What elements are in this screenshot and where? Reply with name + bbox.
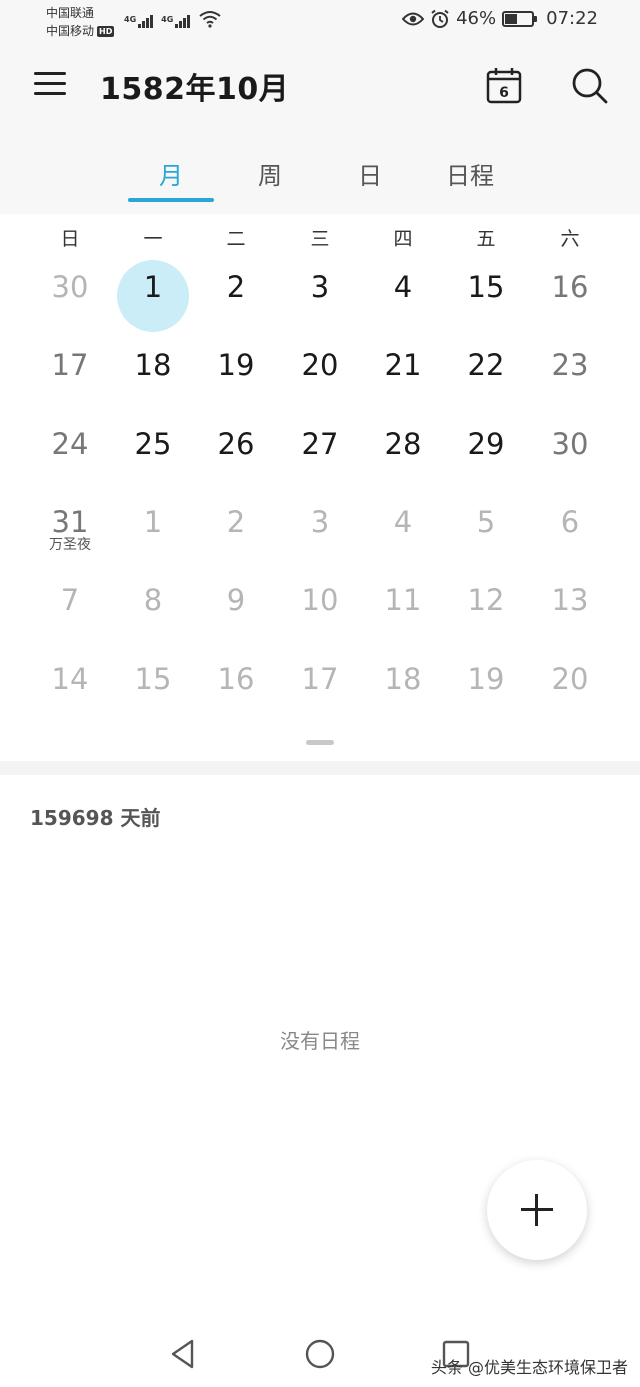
day-cell[interactable]: 29	[441, 371, 531, 461]
section-divider	[0, 761, 640, 775]
day-cell[interactable]: 31 万圣夜	[25, 449, 115, 553]
day-cell[interactable]: 17	[275, 606, 365, 696]
day-number: 20	[551, 661, 589, 696]
day-cell[interactable]: 2	[191, 214, 281, 304]
day-cell[interactable]: 25	[108, 371, 198, 461]
day-cell[interactable]: 19	[441, 606, 531, 696]
carrier-2: 中国移动	[46, 24, 95, 38]
day-cell[interactable]: 22	[441, 292, 531, 382]
day-cell[interactable]: 23	[525, 292, 615, 382]
day-cell[interactable]: 9	[191, 527, 281, 617]
carrier-info: 中国联通 中国移动 HD	[46, 4, 115, 40]
alarm-icon	[431, 9, 449, 28]
back-button[interactable]	[166, 1336, 202, 1372]
day-cell[interactable]: 30	[525, 371, 615, 461]
tab-agenda[interactable]: 日程	[427, 156, 513, 202]
app-bar: 1582年10月 6 月 周 日 日程	[0, 44, 640, 214]
day-cell[interactable]: 18	[358, 606, 448, 696]
today-button[interactable]: 6	[486, 66, 522, 104]
signal-icon-2: 4G	[161, 15, 191, 28]
day-cell[interactable]: 15	[108, 606, 198, 696]
day-cell[interactable]: 3	[275, 214, 365, 304]
day-cell[interactable]: 7	[25, 527, 115, 617]
search-icon	[572, 68, 608, 104]
day-cell[interactable]: 16	[525, 214, 615, 304]
day-number: 17	[301, 661, 339, 696]
day-cell[interactable]: 30	[25, 214, 115, 304]
day-cell[interactable]: 27	[275, 371, 365, 461]
signal-indicators: 4G 4G	[124, 10, 222, 28]
calendar-today-icon: 6	[486, 68, 522, 104]
day-number: 18	[384, 661, 422, 696]
menu-button[interactable]	[32, 68, 68, 100]
month-grid: 日一二三四五六 30 1 2 3 4 15 16 17 18 19 20 21 22 23 24 25 26 27 2…	[0, 214, 640, 760]
day-cell[interactable]: 26	[191, 371, 281, 461]
day-cell[interactable]: 15	[441, 214, 531, 304]
day-cell[interactable]: 4	[358, 214, 448, 304]
day-cell[interactable]: 3	[275, 449, 365, 539]
drag-handle[interactable]	[306, 740, 334, 745]
eye-comfort-icon	[402, 12, 425, 25]
tab-month[interactable]: 月	[128, 156, 214, 202]
day-cell[interactable]: 28	[358, 371, 448, 461]
signal-icon-1: 4G	[124, 15, 154, 28]
search-button[interactable]	[570, 66, 610, 106]
add-event-button[interactable]	[487, 1160, 587, 1260]
day-cell[interactable]: 24	[25, 371, 115, 461]
tab-week[interactable]: 周	[227, 156, 313, 202]
no-events-text: 没有日程	[280, 1029, 360, 1053]
clock: 07:22	[546, 8, 598, 29]
tab-day[interactable]: 日	[327, 156, 413, 202]
day-number: 15	[134, 661, 172, 696]
day-cell[interactable]: 17	[25, 292, 115, 382]
home-button[interactable]	[302, 1336, 338, 1372]
back-triangle-icon	[171, 1339, 194, 1369]
day-cell[interactable]: 6	[525, 449, 615, 539]
watermark: 头条 @优美生态环境保卫者	[430, 1358, 628, 1377]
day-cell[interactable]: 1	[108, 449, 198, 539]
day-cell[interactable]: 21	[358, 292, 448, 382]
battery-percent: 46%	[456, 8, 497, 29]
days-ago-label: 159698 天前	[30, 806, 161, 830]
day-number: 16	[217, 661, 255, 696]
day-cell[interactable]: 2	[191, 449, 281, 539]
day-cell[interactable]: 20	[275, 292, 365, 382]
day-cell[interactable]: 19	[191, 292, 281, 382]
hd-badge: HD	[97, 25, 115, 37]
day-cell[interactable]: 18	[108, 292, 198, 382]
day-cell[interactable]: 16	[191, 606, 281, 696]
day-cell[interactable]: 8	[108, 527, 198, 617]
day-cell[interactable]: 1	[108, 214, 198, 304]
day-cell[interactable]: 12	[441, 527, 531, 617]
battery-icon	[502, 10, 538, 27]
status-bar: 中国联通 中国移动 HD 4G 4G 46% 07:22	[0, 0, 640, 44]
day-cell[interactable]: 14	[25, 606, 115, 696]
day-cell[interactable]: 20	[525, 606, 615, 696]
month-title[interactable]: 1582年10月	[100, 64, 289, 108]
day-cell[interactable]: 10	[275, 527, 365, 617]
carrier-1: 中国联通	[46, 6, 95, 20]
status-right: 46% 07:22	[402, 8, 598, 29]
network-type-1: 4G	[124, 15, 137, 24]
day-cell[interactable]: 11	[358, 527, 448, 617]
active-tab-indicator	[128, 198, 214, 202]
day-number: 19	[467, 661, 505, 696]
day-cell[interactable]: 4	[358, 449, 448, 539]
today-day-number: 6	[499, 85, 509, 101]
home-circle-icon	[305, 1339, 335, 1369]
wifi-icon	[199, 11, 221, 28]
day-cell[interactable]: 5	[441, 449, 531, 539]
menu-icon	[34, 72, 66, 75]
day-number: 14	[51, 661, 89, 696]
network-type-2: 4G	[161, 15, 174, 24]
day-cell[interactable]: 13	[525, 527, 615, 617]
view-tabs: 月 周 日 日程	[0, 148, 640, 202]
